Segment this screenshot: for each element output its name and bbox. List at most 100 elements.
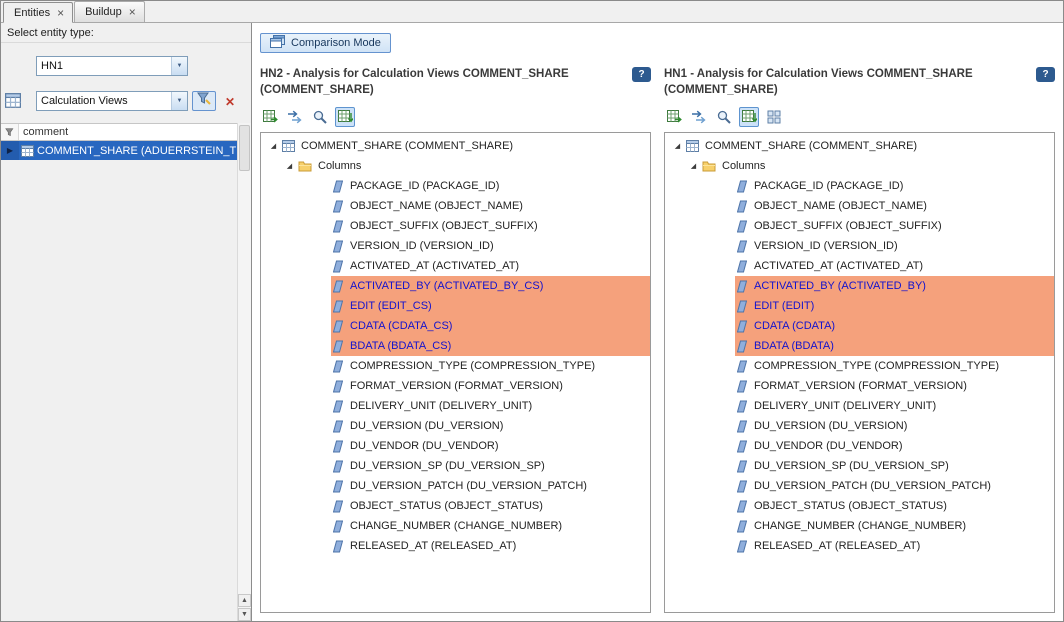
tree-columns-folder[interactable]: ◢ Columns xyxy=(665,156,1054,176)
help-button[interactable]: ? xyxy=(1036,67,1055,82)
tree-item-column[interactable]: OBJECT_SUFFIX (OBJECT_SUFFIX) xyxy=(261,216,650,236)
comment-column-header[interactable]: comment xyxy=(19,124,237,140)
tree-item-column[interactable]: DU_VENDOR (DU_VENDOR) xyxy=(665,436,1054,456)
tree-item-column[interactable]: CHANGE_NUMBER (CHANGE_NUMBER) xyxy=(665,516,1054,536)
calculation-view-icon xyxy=(686,140,699,152)
tree-item-column[interactable]: DU_VERSION_PATCH (DU_VERSION_PATCH) xyxy=(665,476,1054,496)
tree-item-column[interactable]: DU_VERSION (DU_VERSION) xyxy=(261,416,650,436)
tree-item-column-changed[interactable]: EDIT (EDIT) xyxy=(665,296,1054,316)
tree-columns-folder[interactable]: ◢ Columns xyxy=(261,156,650,176)
help-button[interactable]: ? xyxy=(632,67,651,82)
tree-item-column-changed[interactable]: BDATA (BDATA_CS) xyxy=(261,336,650,356)
export-table-icon[interactable] xyxy=(664,107,684,127)
column-icon xyxy=(333,520,343,533)
tree-item-column[interactable]: RELEASED_AT (RELEASED_AT) xyxy=(261,536,650,556)
tree-item-column[interactable]: COMPRESSION_TYPE (COMPRESSION_TYPE) xyxy=(261,356,650,376)
tree-item-column[interactable]: DU_VERSION_SP (DU_VERSION_SP) xyxy=(261,456,650,476)
entity-list-header[interactable]: comment xyxy=(1,123,237,141)
tree-item-label: ACTIVATED_AT (ACTIVATED_AT) xyxy=(350,260,519,272)
scroll-down-button[interactable]: ▼ xyxy=(238,608,251,621)
clear-filter-button[interactable]: ✕ xyxy=(220,92,240,111)
expand-arrow-icon[interactable]: ◢ xyxy=(688,162,699,170)
tree-item-column-changed[interactable]: EDIT (EDIT_CS) xyxy=(261,296,650,316)
tree-root-label: COMMENT_SHARE (COMMENT_SHARE) xyxy=(301,140,513,152)
tree-item-label: ACTIVATED_BY (ACTIVATED_BY_CS) xyxy=(350,280,543,292)
tree-item-column[interactable]: PACKAGE_ID (PACKAGE_ID) xyxy=(665,176,1054,196)
tree-item-column[interactable]: FORMAT_VERSION (FORMAT_VERSION) xyxy=(665,376,1054,396)
tree-item-column[interactable]: VERSION_ID (VERSION_ID) xyxy=(261,236,650,256)
zoom-icon[interactable] xyxy=(310,107,330,127)
entity-type-combobox-value: Calculation Views xyxy=(37,95,171,107)
panel-hn1-title: HN1 - Analysis for Calculation Views COM… xyxy=(664,66,1036,98)
tree-item-column[interactable]: OBJECT_SUFFIX (OBJECT_SUFFIX) xyxy=(665,216,1054,236)
expand-arrow-icon[interactable]: ◢ xyxy=(284,162,295,170)
tree-item-column[interactable]: RELEASED_AT (RELEASED_AT) xyxy=(665,536,1054,556)
export-table-icon[interactable] xyxy=(260,107,280,127)
zoom-icon[interactable] xyxy=(714,107,734,127)
column-icon xyxy=(737,300,747,313)
chevron-down-icon[interactable]: ▼ xyxy=(171,92,187,110)
row-pointer-icon: ▶ xyxy=(1,141,19,160)
tree-item-column[interactable]: DU_VERSION_SP (DU_VERSION_SP) xyxy=(665,456,1054,476)
tree-item-column-changed[interactable]: CDATA (CDATA_CS) xyxy=(261,316,650,336)
column-icon xyxy=(737,380,747,393)
comparison-mode-button[interactable]: Comparison Mode xyxy=(260,33,391,53)
tree-root-node[interactable]: ◢ COMMENT_SHARE (COMMENT_SHARE) xyxy=(261,136,650,156)
entity-list-row-selected[interactable]: ▶ COMMENT_SHARE (ADUERRSTEIN_T xyxy=(1,141,237,160)
tree-item-label: DU_VERSION_SP (DU_VERSION_SP) xyxy=(350,460,545,472)
system-combobox[interactable]: HN1 ▼ xyxy=(36,56,188,76)
close-icon[interactable]: × xyxy=(57,7,64,19)
filter-button[interactable] xyxy=(192,91,216,111)
tree-item-column[interactable]: CHANGE_NUMBER (CHANGE_NUMBER) xyxy=(261,516,650,536)
entity-type-combobox[interactable]: Calculation Views ▼ xyxy=(36,91,188,111)
panel-hn1-toolbar xyxy=(664,107,1055,127)
tree-root-node[interactable]: ◢ COMMENT_SHARE (COMMENT_SHARE) xyxy=(665,136,1054,156)
expand-arrow-icon[interactable]: ◢ xyxy=(268,142,279,150)
column-icon xyxy=(333,540,343,553)
tree-item-column[interactable]: ACTIVATED_AT (ACTIVATED_AT) xyxy=(665,256,1054,276)
tree-item-column[interactable]: OBJECT_STATUS (OBJECT_STATUS) xyxy=(665,496,1054,516)
tab-entities[interactable]: Entities × xyxy=(3,2,73,23)
scrollbar-thumb[interactable] xyxy=(239,125,250,171)
tree-item-label: CDATA (CDATA_CS) xyxy=(350,320,452,332)
tree-item-column-changed[interactable]: ACTIVATED_BY (ACTIVATED_BY_CS) xyxy=(261,276,650,296)
tree-item-label: DELIVERY_UNIT (DELIVERY_UNIT) xyxy=(754,400,936,412)
tree-item-column[interactable]: OBJECT_NAME (OBJECT_NAME) xyxy=(665,196,1054,216)
tree-item-column[interactable]: FORMAT_VERSION (FORMAT_VERSION) xyxy=(261,376,650,396)
scroll-up-button[interactable]: ▲ xyxy=(238,594,251,607)
tree-item-column[interactable]: DELIVERY_UNIT (DELIVERY_UNIT) xyxy=(665,396,1054,416)
tree-item-column[interactable]: OBJECT_NAME (OBJECT_NAME) xyxy=(261,196,650,216)
column-icon xyxy=(333,200,343,213)
column-icon xyxy=(333,220,343,233)
tree-item-label: DU_VERSION (DU_VERSION) xyxy=(754,420,907,432)
table-grid-icon xyxy=(5,93,21,113)
chevron-down-icon[interactable]: ▼ xyxy=(171,57,187,75)
tree-item-column[interactable]: VERSION_ID (VERSION_ID) xyxy=(665,236,1054,256)
tree-item-column[interactable]: PACKAGE_ID (PACKAGE_ID) xyxy=(261,176,650,196)
sidebar-scrollbar[interactable]: ▲ ▼ xyxy=(237,123,251,621)
tree-item-column-changed[interactable]: ACTIVATED_BY (ACTIVATED_BY) xyxy=(665,276,1054,296)
results-grid-toggle-icon[interactable] xyxy=(739,107,759,127)
tree-root-label: COMMENT_SHARE (COMMENT_SHARE) xyxy=(705,140,917,152)
transfer-arrows-icon[interactable] xyxy=(689,107,709,127)
clear-red-x-icon: ✕ xyxy=(225,95,235,109)
tree-item-column[interactable]: DU_VERSION (DU_VERSION) xyxy=(665,416,1054,436)
expand-arrow-icon[interactable]: ◢ xyxy=(672,142,683,150)
tree-item-label: OBJECT_STATUS (OBJECT_STATUS) xyxy=(754,500,947,512)
column-icon xyxy=(737,200,747,213)
tree-item-column[interactable]: DU_VENDOR (DU_VENDOR) xyxy=(261,436,650,456)
tile-grid-icon[interactable] xyxy=(764,107,784,127)
close-icon[interactable]: × xyxy=(129,6,136,18)
tree-item-column[interactable]: DELIVERY_UNIT (DELIVERY_UNIT) xyxy=(261,396,650,416)
tree-item-column[interactable]: OBJECT_STATUS (OBJECT_STATUS) xyxy=(261,496,650,516)
results-grid-toggle-icon[interactable] xyxy=(335,107,355,127)
tree-item-column[interactable]: DU_VERSION_PATCH (DU_VERSION_PATCH) xyxy=(261,476,650,496)
tab-buildup[interactable]: Buildup × xyxy=(74,1,145,22)
tree-item-column-changed[interactable]: CDATA (CDATA) xyxy=(665,316,1054,336)
app-window: Entities × Buildup × Select entity type:… xyxy=(0,0,1064,622)
tree-item-column-changed[interactable]: BDATA (BDATA) xyxy=(665,336,1054,356)
entity-row-label: COMMENT_SHARE (ADUERRSTEIN_T xyxy=(37,145,236,157)
transfer-arrows-icon[interactable] xyxy=(285,107,305,127)
tree-item-column[interactable]: ACTIVATED_AT (ACTIVATED_AT) xyxy=(261,256,650,276)
tree-item-column[interactable]: COMPRESSION_TYPE (COMPRESSION_TYPE) xyxy=(665,356,1054,376)
